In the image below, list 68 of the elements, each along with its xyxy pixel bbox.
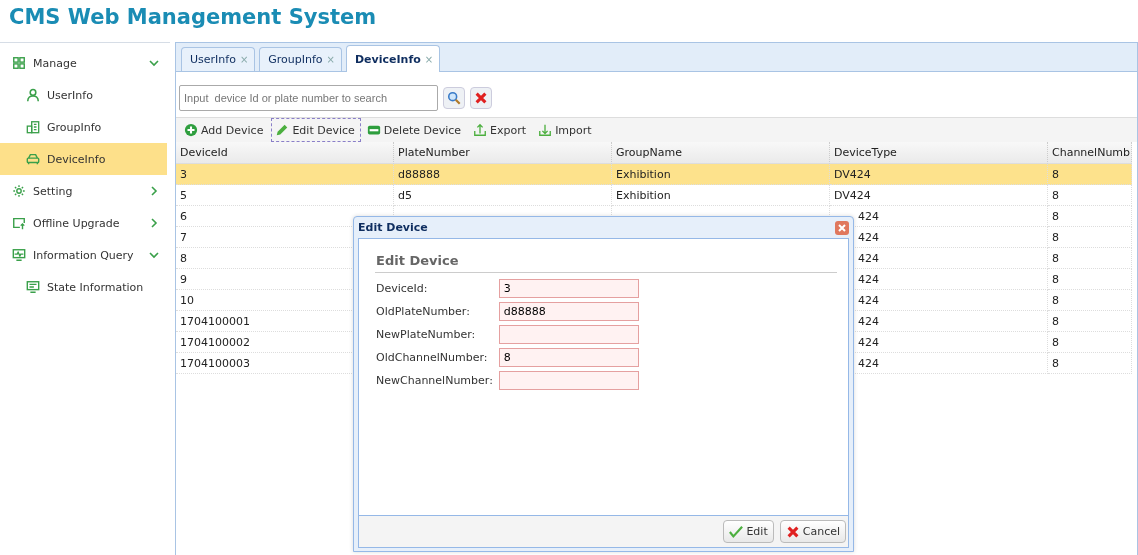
- table-cell: 9: [180, 272, 187, 286]
- table-cell: 8: [1052, 314, 1059, 328]
- toolbar-button[interactable]: Import: [534, 118, 598, 142]
- column-header[interactable]: ChannelNumb: [1048, 142, 1132, 164]
- table-cell: 7: [180, 230, 187, 244]
- sidebar-item[interactable]: Offline Upgrade: [0, 207, 167, 239]
- table-cell: 8: [1052, 251, 1059, 265]
- table-cell: 8: [1052, 167, 1059, 181]
- table-cell: DV424: [834, 188, 871, 202]
- table-cell: 8: [1052, 230, 1059, 244]
- tab[interactable]: DeviceInfo ×: [346, 45, 441, 72]
- table-cell: 3: [180, 167, 187, 181]
- sidebar-item[interactable]: Manage: [0, 47, 167, 79]
- field-label: NewPlateNumber:: [376, 328, 477, 341]
- table-cell: 8: [1052, 293, 1059, 307]
- field-label: OldChannelNumber:: [376, 351, 489, 364]
- dialog-button[interactable]: Edit: [723, 520, 774, 543]
- table-cell: 424: [858, 251, 879, 265]
- input-field[interactable]: d88888: [498, 302, 639, 321]
- table-cell: 8: [1052, 335, 1059, 349]
- sidebar-item[interactable]: DeviceInfo: [0, 143, 167, 175]
- table-cell: 1704100003: [180, 356, 250, 370]
- toolbar-button[interactable]: Add Device: [180, 118, 270, 142]
- table-cell: 424: [858, 272, 879, 286]
- table-cell: 6: [180, 209, 187, 223]
- sidebar-item[interactable]: State Information: [0, 271, 167, 303]
- table-cell: 1704100001: [180, 314, 250, 328]
- table-cell: 10: [180, 293, 194, 307]
- table-cell: 424: [858, 293, 879, 307]
- tab[interactable]: GroupInfo ×: [259, 47, 342, 71]
- table-cell: d88888: [398, 167, 440, 181]
- sidebar-item[interactable]: UserInfo: [0, 79, 167, 111]
- table-cell: d5: [398, 188, 412, 202]
- table-cell: 5: [180, 188, 187, 202]
- form-heading: Edit Device: [375, 253, 837, 273]
- app-title: CMS Web Management System: [8, 4, 378, 31]
- column-header[interactable]: DeviceType: [830, 142, 1048, 164]
- tab[interactable]: UserInfo ×: [181, 47, 256, 71]
- column-header[interactable]: DeviceId: [176, 142, 394, 164]
- toolbar-button[interactable]: Export: [469, 118, 533, 142]
- field-label: NewChannelNumber:: [376, 374, 493, 387]
- field-label: DeviceId:: [376, 282, 429, 295]
- sidebar-item[interactable]: Information Query: [0, 239, 167, 271]
- table-cell: 424: [858, 356, 879, 370]
- table-cell: DV424: [834, 167, 871, 181]
- dialog-button[interactable]: Cancel: [779, 520, 846, 543]
- table-cell: Exhibition: [616, 188, 671, 202]
- column-header[interactable]: GroupName: [612, 142, 830, 164]
- field-label: OldPlateNumber:: [376, 305, 471, 318]
- search-field[interactable]: Input device Id or plate number to search: [179, 85, 438, 111]
- table-cell: 424: [858, 314, 879, 328]
- input-field[interactable]: 8: [498, 348, 639, 367]
- toolbar-button[interactable]: Delete Device: [362, 118, 468, 142]
- column-header[interactable]: PlateNumber: [394, 142, 612, 164]
- table-cell: 8: [180, 251, 187, 265]
- dialog-title: Edit Device: [358, 221, 428, 234]
- sidebar-item[interactable]: GroupInfo: [0, 111, 167, 143]
- sidebar-item[interactable]: Setting: [0, 175, 167, 207]
- table-cell: Exhibition: [616, 167, 671, 181]
- table-cell: 1704100002: [180, 335, 250, 349]
- table-cell: 424: [858, 230, 879, 244]
- table-cell: 424: [858, 335, 879, 349]
- table-cell: 8: [1052, 272, 1059, 286]
- table-cell: 8: [1052, 356, 1059, 370]
- table-cell: 424: [858, 209, 879, 223]
- table-cell: 8: [1052, 188, 1059, 202]
- input-field[interactable]: 3: [498, 279, 639, 298]
- table-cell: 8: [1052, 209, 1059, 223]
